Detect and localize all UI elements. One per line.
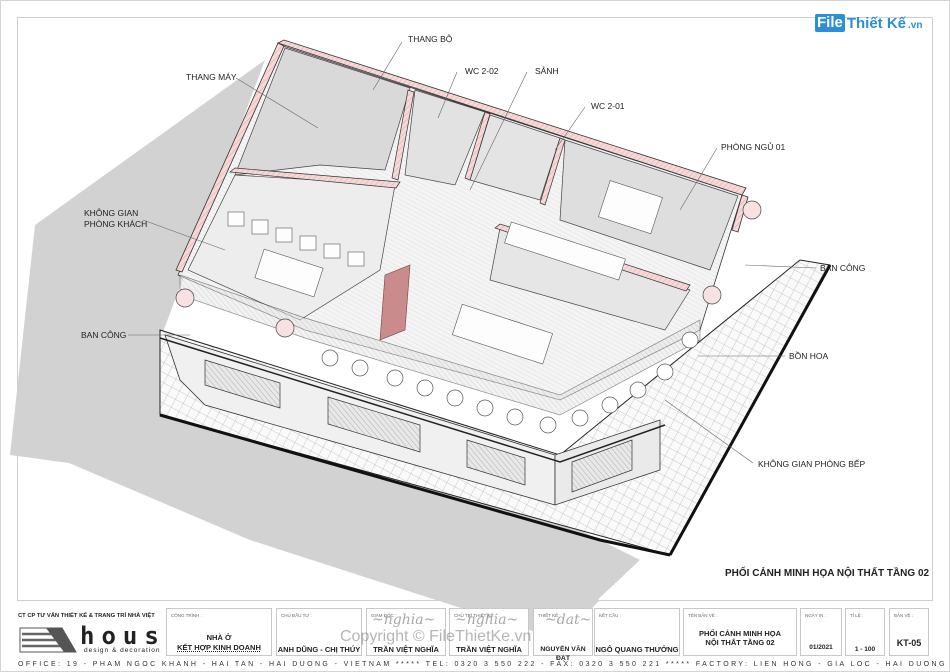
- ban-ve-value: KT-05: [896, 638, 922, 648]
- chu-dau-tu-value: ANH DŨNG - CHỊ THÚY: [277, 645, 361, 654]
- cong-trinh-line2: KẾT HỢP KINH DOANH: [177, 643, 261, 652]
- label-thang-may: THANG MÁY: [186, 72, 237, 82]
- cell-ket-cau: KẾT CẤU : NGÔ QUANG THƯỞNG: [594, 608, 680, 656]
- house-logo: house design & decoration: [18, 622, 180, 658]
- signature-thiet-ke: ~dat~: [545, 612, 592, 628]
- label-ban-cong-left: BAN CÔNG: [81, 330, 127, 340]
- label-sanh: SẢNH: [535, 66, 559, 76]
- ngay-in-value: 01/2021: [809, 644, 833, 651]
- label-phong-ngu-01: PHÒNG NGỦ 01: [721, 142, 786, 152]
- filethietke-watermark-logo: File Thiết Kế .vn: [815, 14, 922, 32]
- office-footer: OFFICE: 19 - PHAM NGOC KHANH - HAI TAN -…: [18, 661, 947, 668]
- label-wc-2-02: WC 2-02: [465, 66, 499, 76]
- sheet-title: PHỐI CẢNH MINH HỌA NỘI THẤT TẦNG 02: [725, 568, 930, 579]
- giam-doc-value: TRẦN VIỆT NGHĨA: [373, 645, 439, 654]
- cell-ten-ban-ve: TÊN BẢN VẼ : PHỐI CẢNH MINH HỌA NỘI THẤT…: [683, 608, 797, 656]
- ten-ban-ve-line2: NỘI THẤT TẦNG 02: [705, 638, 775, 647]
- label-ban-cong-right: BAN CÔNG: [820, 263, 866, 273]
- cong-trinh-line1: NHÀ Ở: [206, 633, 232, 642]
- signature-chu-tri: ~nghia~: [455, 612, 519, 628]
- label-thang-bo: THANG BỘ: [408, 34, 453, 44]
- caption-chu-dau-tu: CHỦ ĐẦU TƯ :: [281, 613, 312, 618]
- copyright-watermark: Copyright © FileThietKe.vn: [340, 628, 532, 645]
- label-khong-gian-phong-bep: KHÔNG GIAN PHÒNG BẾP: [758, 459, 866, 469]
- caption-ban-ve: BẢN VẼ :: [894, 613, 914, 618]
- signature-giam-doc: ~nghia~: [372, 612, 436, 628]
- cell-ti-le: TỈ LỆ : 1 - 100: [845, 608, 885, 656]
- label-wc-2-01: WC 2-01: [591, 101, 625, 111]
- caption-ngay-in: NGÀY IN :: [805, 613, 826, 618]
- cell-ngay-in: NGÀY IN : 01/2021: [800, 608, 842, 656]
- logo-tagline: design & decoration: [84, 647, 161, 654]
- label-khong-gian-1: KHÔNG GIAN: [84, 208, 139, 218]
- label-bon-hoa: BỒN HOA: [789, 351, 829, 361]
- ti-le-value: 1 - 100: [854, 646, 876, 653]
- cell-cong-trinh: CÔNG TRÌNH : NHÀ Ở KẾT HỢP KINH DOANH: [166, 608, 272, 656]
- watermark-vn: .vn: [908, 20, 923, 31]
- ten-ban-ve-line1: PHỐI CẢNH MINH HỌA: [698, 629, 782, 638]
- label-phong-khach: PHÒNG KHÁCH: [84, 219, 148, 229]
- logo-mark-icon: [19, 627, 77, 653]
- ket-cau-value: NGÔ QUANG THƯỞNG: [595, 645, 679, 654]
- cell-ban-ve: BẢN VẼ : KT-05: [889, 608, 929, 656]
- chu-tri-thiet-ke-value: TRẦN VIỆT NGHĨA: [456, 645, 522, 654]
- caption-ten-ban-ve: TÊN BẢN VẼ :: [688, 613, 718, 618]
- watermark-file: File: [815, 14, 845, 32]
- caption-ti-le: TỈ LỆ :: [850, 613, 864, 618]
- watermark-thietke: Thiết Kế: [846, 14, 907, 32]
- caption-ket-cau: KẾT CẤU :: [599, 613, 621, 618]
- caption-cong-trinh: CÔNG TRÌNH :: [171, 613, 202, 618]
- company-name: CT CP TƯ VẤN THIẾT KẾ & TRANG TRÍ NHÀ VI…: [18, 613, 155, 619]
